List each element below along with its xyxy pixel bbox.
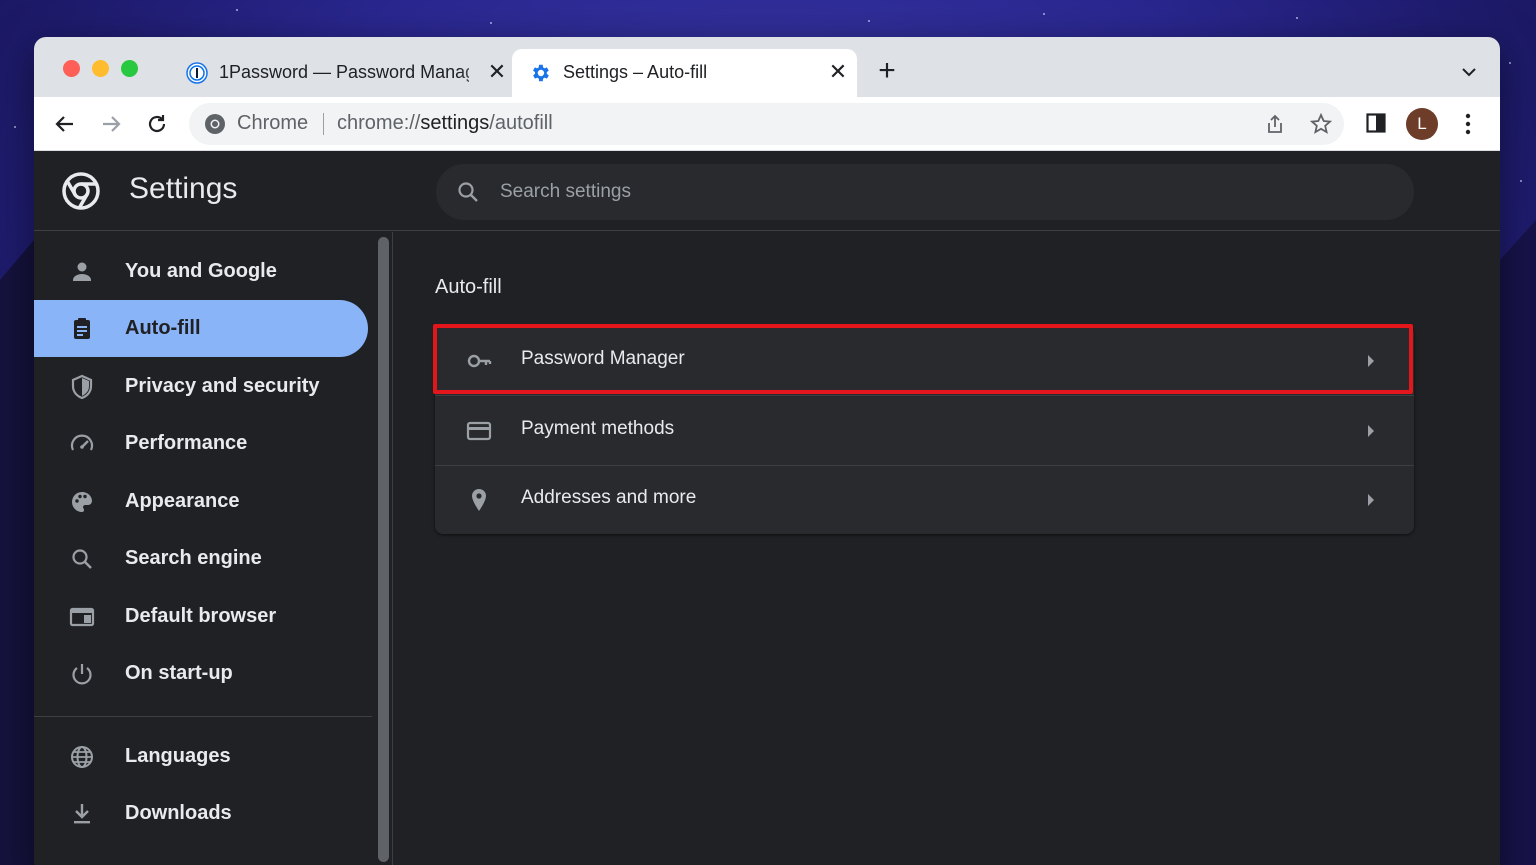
url-path: /autofill	[489, 112, 553, 134]
sidebar-item-label: Privacy and security	[125, 375, 320, 397]
power-icon	[72, 664, 92, 685]
settings-search-box[interactable]	[436, 164, 1414, 220]
arrow-right-icon	[1368, 494, 1374, 506]
reload-icon[interactable]	[144, 111, 170, 137]
chrome-icon	[205, 114, 225, 134]
close-window-button[interactable]	[63, 60, 80, 77]
section-title: Auto-fill	[435, 276, 502, 298]
sidebar-item-default-browser[interactable]: Default browser	[34, 588, 368, 645]
row-label: Addresses and more	[521, 487, 697, 508]
key-icon	[467, 354, 492, 368]
onepassword-icon	[186, 62, 208, 84]
sidebar-item-performance[interactable]: Performance	[34, 415, 368, 472]
sidebar-item-label: Default browser	[125, 605, 277, 627]
row-label: Password Manager	[521, 348, 685, 369]
share-icon[interactable]	[1264, 113, 1286, 135]
sidebar-item-privacy-and-security[interactable]: Privacy and security	[34, 358, 368, 415]
back-arrow-icon[interactable]	[52, 111, 78, 137]
minimize-window-button[interactable]	[92, 60, 109, 77]
sidebar-item-label: Performance	[125, 432, 248, 454]
search-icon	[72, 549, 92, 569]
gear-icon	[533, 64, 549, 82]
clipboard-icon	[74, 318, 90, 339]
globe-icon	[71, 746, 93, 768]
side-panel-icon[interactable]	[1366, 113, 1386, 133]
palette-icon	[72, 492, 92, 512]
arrow-right-icon	[1368, 355, 1374, 367]
settings-sidebar: You and Google Auto-fill Privacy and sec…	[34, 232, 374, 865]
url-prefix: chrome://	[337, 112, 421, 134]
tab-1password[interactable]: 1Password — Password Manager ✕	[174, 49, 506, 97]
url-host: settings	[420, 112, 490, 134]
wallpaper-mountain-left	[0, 240, 34, 865]
settings-main: Auto-fill Password Manager Payment metho…	[393, 232, 1500, 865]
wallpaper-star	[1043, 13, 1045, 15]
page-title: Settings	[129, 172, 238, 205]
wallpaper-star	[1520, 180, 1522, 182]
sidebar-item-label: On start-up	[125, 662, 233, 684]
row-password-manager[interactable]: Password Manager	[433, 324, 1414, 395]
row-payment-methods[interactable]: Payment methods	[435, 396, 1414, 465]
autofill-card: Password Manager Payment methods Address…	[433, 324, 1414, 534]
search-icon	[458, 182, 478, 202]
location-pin-icon	[472, 489, 486, 511]
search-input[interactable]	[500, 164, 1380, 220]
omnibox-separator	[323, 113, 324, 135]
tab-close-button[interactable]: ✕	[827, 61, 849, 83]
download-icon	[74, 804, 90, 824]
speedometer-icon	[70, 434, 94, 451]
settings-header: Settings	[34, 152, 1500, 231]
omnibox-scheme-label: Chrome	[237, 112, 309, 134]
wallpaper-star	[1509, 62, 1511, 64]
tab-settings[interactable]: Settings – Auto-fill ✕	[512, 49, 857, 97]
row-addresses-and-more[interactable]: Addresses and more	[435, 465, 1414, 534]
chevron-down-icon[interactable]	[1460, 63, 1478, 81]
arrow-right-icon	[1368, 425, 1374, 437]
bookmark-star-icon[interactable]	[1310, 113, 1332, 135]
chrome-logo-icon	[62, 172, 100, 210]
address-bar[interactable]: Chrome chrome://settings/autofill	[189, 103, 1344, 145]
sidebar-item-label: Downloads	[125, 802, 232, 824]
sidebar-item-label: Auto-fill	[125, 317, 201, 339]
browser-window: 1Password — Password Manager ✕ Settings …	[34, 37, 1500, 865]
sidebar-item-auto-fill[interactable]: Auto-fill	[34, 300, 368, 357]
wallpaper-star	[1296, 17, 1298, 19]
new-tab-button[interactable]: +	[874, 56, 900, 86]
wallpaper-star	[490, 22, 492, 24]
shield-icon	[71, 374, 93, 400]
wallpaper-star	[14, 126, 16, 128]
sidebar-item-on-start-up[interactable]: On start-up	[34, 645, 368, 702]
tab-title: Settings – Auto-fill	[563, 62, 708, 82]
sidebar-divider	[34, 716, 372, 717]
tab-close-button[interactable]: ✕	[486, 61, 508, 83]
tab-strip: 1Password — Password Manager ✕ Settings …	[34, 37, 1500, 97]
wallpaper-mountain-right	[1500, 220, 1536, 865]
sidebar-item-label: Search engine	[125, 547, 262, 569]
forward-arrow-icon[interactable]	[98, 111, 124, 137]
sidebar-item-label: Appearance	[125, 490, 240, 512]
credit-card-icon	[466, 421, 492, 441]
sidebar-item-languages[interactable]: Languages	[34, 728, 368, 785]
person-icon	[73, 262, 91, 281]
maximize-window-button[interactable]	[121, 60, 138, 77]
row-label: Payment methods	[521, 418, 675, 439]
wallpaper-star	[868, 20, 870, 22]
sidebar-item-appearance[interactable]: Appearance	[34, 473, 368, 530]
sidebar-item-search-engine[interactable]: Search engine	[34, 530, 368, 587]
browser-toolbar: Chrome chrome://settings/autofill L	[34, 97, 1500, 151]
sidebar-item-downloads[interactable]: Downloads	[34, 785, 368, 842]
more-menu-icon[interactable]	[1458, 111, 1478, 137]
sidebar-item-label: Languages	[125, 745, 231, 767]
omnibox-url: chrome://settings/autofill	[337, 112, 553, 135]
profile-avatar[interactable]: L	[1406, 108, 1438, 140]
browser-window-icon	[69, 607, 95, 627]
sidebar-item-label: You and Google	[125, 260, 277, 282]
tab-title: 1Password — Password Manager	[219, 62, 469, 82]
sidebar-scrollbar-thumb[interactable]	[378, 237, 389, 862]
wallpaper-star	[236, 9, 238, 11]
sidebar-item-you-and-google[interactable]: You and Google	[34, 243, 368, 300]
